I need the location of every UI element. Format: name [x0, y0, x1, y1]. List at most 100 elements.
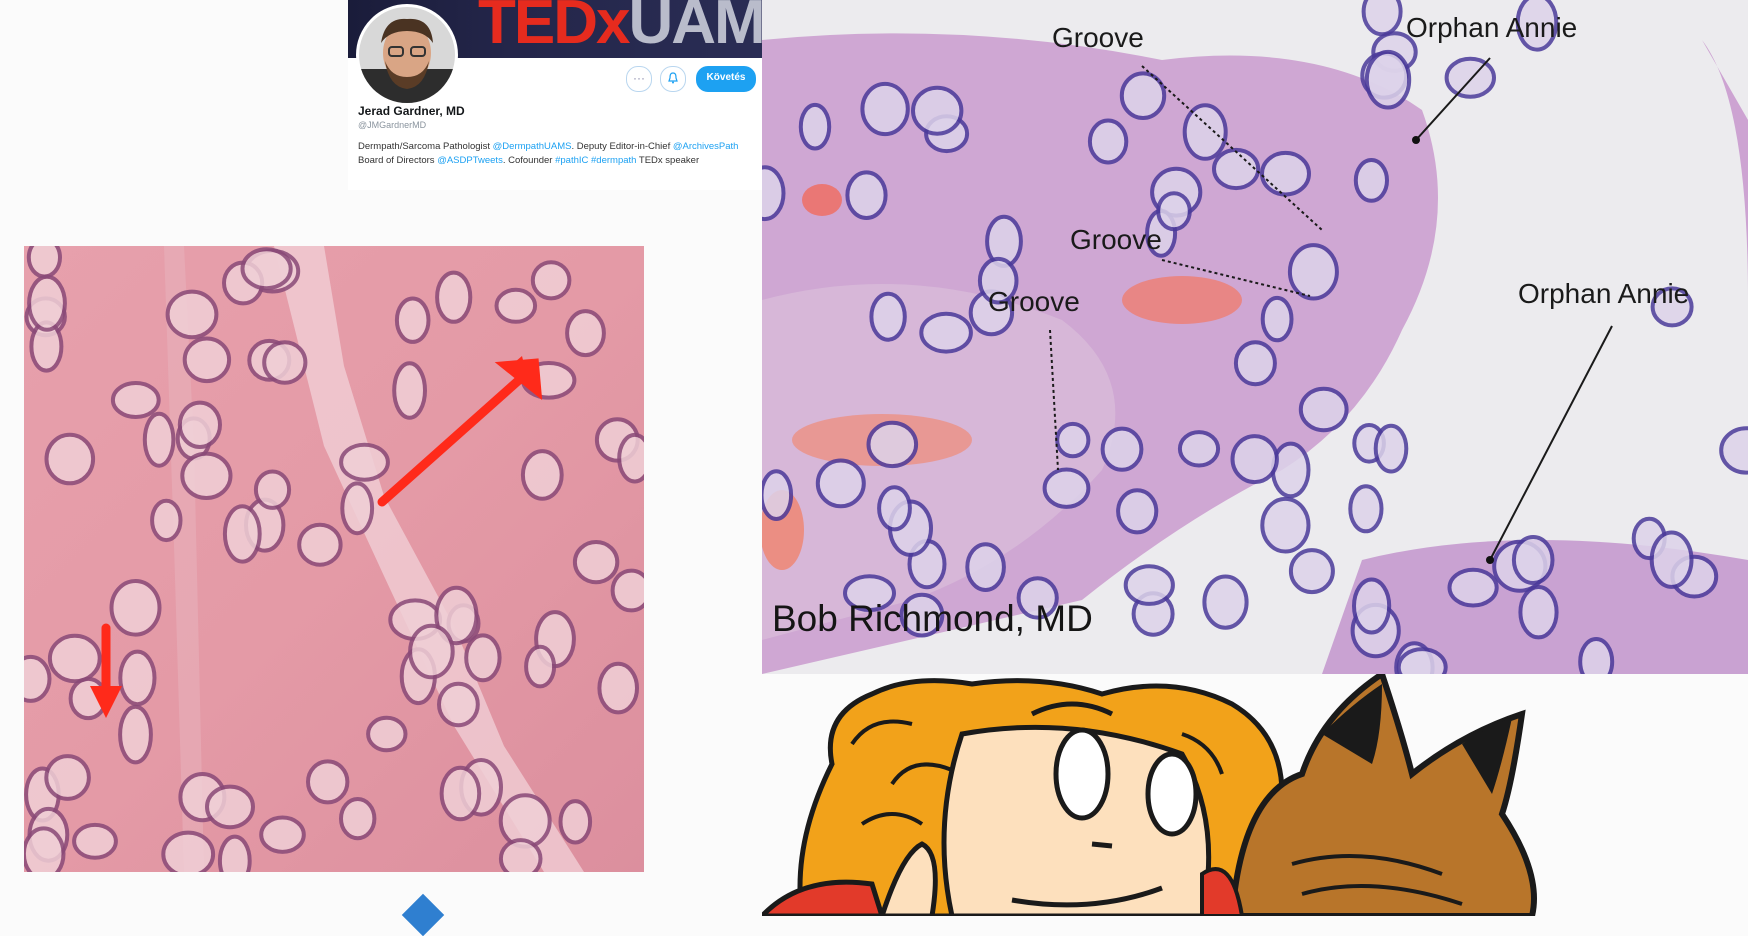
cell-nucleus: [259, 815, 306, 854]
cell-nucleus: [1177, 430, 1221, 468]
cell-nucleus: [394, 296, 431, 344]
cell-nucleus: [1352, 577, 1392, 635]
cell-nucleus: [1233, 340, 1277, 387]
histology-image-left: [24, 246, 644, 872]
cell-nucleus: [1055, 421, 1091, 459]
cell-nucleus: [1364, 49, 1412, 110]
cell-nucleus: [222, 504, 262, 564]
cell-nucleus: [1116, 488, 1159, 535]
bio-link[interactable]: @ASDPTweets: [437, 155, 503, 166]
groove-label: Groove: [1052, 22, 1144, 53]
cell-nucleus: [47, 633, 102, 684]
cell-nucleus: [150, 498, 183, 543]
banner-text-uams: UAMS: [628, 0, 762, 57]
cell-nucleus: [27, 274, 67, 332]
cell-nucleus: [110, 381, 161, 419]
cell-nucleus: [965, 542, 1006, 592]
cell-nucleus: [530, 260, 572, 301]
cell-nucleus: [339, 797, 377, 841]
bio-text: . Deputy Editor-in-Chief: [571, 141, 673, 152]
profile-handle[interactable]: @JMGardnerMD: [358, 120, 426, 130]
cell-nucleus: [1447, 567, 1499, 608]
cell-nucleus: [1373, 423, 1409, 474]
bio-text: Board of Directors: [358, 155, 438, 166]
cell-nucleus: [1123, 564, 1175, 606]
cell-nucleus: [142, 411, 176, 468]
profile-bio: Dermpath/Sarcoma Pathologist @DermpathUA…: [358, 140, 754, 168]
twitter-profile-card: TEDxUAMS ··· Követés Jerad Gardner, MD @…: [348, 0, 762, 190]
cell-nucleus: [339, 442, 390, 482]
cell-nucleus: [798, 102, 832, 151]
cell-nucleus: [1087, 118, 1129, 165]
notifications-button[interactable]: [660, 66, 686, 92]
cell-nucleus: [439, 765, 482, 822]
slide-marker-icon: [401, 893, 445, 936]
cell-nucleus: [498, 838, 543, 872]
groove-label: Groove: [988, 286, 1080, 317]
banner-logo-text: TEDxUAMS: [478, 0, 762, 54]
follow-button[interactable]: Követés: [696, 66, 756, 92]
cell-nucleus: [306, 759, 350, 805]
bio-text: Dermpath/Sarcoma Pathologist: [358, 141, 493, 152]
cell-nucleus: [118, 704, 153, 765]
bell-plus-icon: [668, 72, 678, 84]
cell-nucleus: [437, 681, 480, 728]
cell-nucleus: [860, 81, 910, 137]
cell-nucleus: [182, 336, 232, 384]
cell-nucleus: [845, 170, 888, 220]
cell-nucleus: [610, 568, 644, 613]
more-options-button[interactable]: ···: [626, 66, 652, 92]
cell-nucleus: [109, 579, 162, 637]
cell-nucleus: [617, 432, 644, 484]
cell-nucleus: [572, 540, 620, 585]
cell-nucleus: [26, 246, 62, 279]
bio-link[interactable]: @ArchivesPath: [673, 141, 739, 152]
cell-nucleus: [1444, 56, 1496, 99]
cell-nucleus: [1578, 637, 1615, 674]
cell-nucleus: [1511, 535, 1555, 585]
cell-nucleus: [1100, 426, 1144, 472]
cell-nucleus: [877, 485, 912, 532]
cell-nucleus: [297, 522, 343, 567]
cell-nucleus: [1649, 530, 1694, 589]
cell-nucleus: [262, 340, 308, 385]
bio-text: TEDx speaker: [636, 155, 700, 166]
cell-nucleus: [24, 654, 52, 703]
cell-nucleus: [558, 799, 593, 845]
histology-image-right: Groove Groove Groove Orphan Annie Orphan…: [762, 0, 1748, 674]
cell-nucleus: [24, 826, 66, 872]
cell-nucleus: [1202, 574, 1249, 630]
cell-nucleus: [815, 458, 866, 509]
cell-nucleus: [911, 85, 964, 136]
cell-nucleus: [1212, 147, 1261, 191]
cell-nucleus: [177, 400, 222, 450]
orphan-annie-comic-image: [762, 674, 1748, 916]
cell-nucleus: [44, 432, 96, 486]
cell-nucleus: [1182, 103, 1228, 161]
bio-link[interactable]: @DermpathUAMS: [493, 141, 572, 152]
cell-nucleus: [240, 247, 293, 291]
cell-nucleus: [366, 715, 408, 753]
profile-name: Jerad Gardner, MD: [358, 104, 465, 118]
cell-nucleus: [1260, 150, 1311, 197]
cell-nucleus: [869, 291, 907, 342]
cell-nucleus: [165, 289, 219, 340]
avatar[interactable]: [356, 4, 458, 106]
cell-nucleus: [1260, 496, 1311, 554]
orphan-annie-label: Orphan Annie: [1406, 12, 1578, 43]
cell-nucleus: [919, 311, 973, 354]
orphan-annie-label: Orphan Annie: [1518, 278, 1690, 309]
image-credit: Bob Richmond, MD: [772, 598, 1093, 639]
cell-nucleus: [1270, 441, 1311, 499]
cell-nucleus: [392, 361, 428, 420]
cell-nucleus: [1348, 484, 1384, 534]
cell-nucleus: [205, 784, 255, 830]
cell-nucleus: [866, 420, 919, 469]
bio-hashtags[interactable]: #pathIC #dermpath: [555, 155, 636, 166]
cell-nucleus: [44, 754, 91, 801]
cell-nucleus: [1287, 243, 1339, 301]
bio-text: . Cofounder: [502, 155, 556, 166]
cell-nucleus: [1156, 191, 1192, 232]
cell-nucleus: [217, 834, 252, 872]
cell-nucleus: [494, 287, 538, 324]
